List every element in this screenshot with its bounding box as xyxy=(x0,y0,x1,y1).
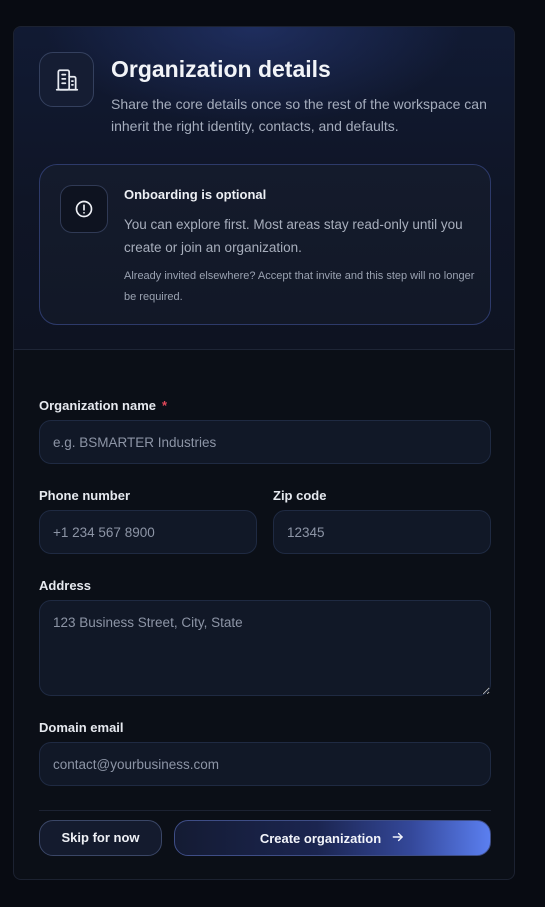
domain-email-label: Domain email xyxy=(39,720,124,735)
building-icon xyxy=(39,52,94,107)
org-name-input[interactable] xyxy=(39,420,491,464)
page-title: Organization details xyxy=(111,56,331,82)
arrow-right-icon xyxy=(391,830,405,847)
organization-card: Organization details Share the core deta… xyxy=(13,26,515,880)
onboarding-notice: Onboarding is optional You can explore f… xyxy=(39,164,491,325)
create-organization-button[interactable]: Create organization xyxy=(174,820,491,856)
alert-circle-icon xyxy=(60,185,108,233)
header-section: Organization details Share the core deta… xyxy=(14,27,514,350)
phone-input[interactable] xyxy=(39,510,257,554)
notice-note: Already invited elsewhere? Accept that i… xyxy=(124,270,475,303)
address-label: Address xyxy=(39,578,92,593)
required-marker: * xyxy=(162,398,168,413)
domain-email-input[interactable] xyxy=(39,742,491,786)
zip-label: Zip code xyxy=(273,488,327,503)
address-textarea[interactable] xyxy=(39,600,491,696)
notice-title: Onboarding is optional xyxy=(124,187,267,202)
notice-body: You can explore first. Most areas stay r… xyxy=(124,217,463,255)
actions-divider xyxy=(39,810,491,811)
page-subtitle: Share the core details once so the rest … xyxy=(111,96,487,134)
skip-button[interactable]: Skip for now xyxy=(39,820,162,856)
create-button-label: Create organization xyxy=(259,830,382,846)
zip-input[interactable] xyxy=(273,510,491,554)
phone-label: Phone number xyxy=(39,488,131,503)
org-name-label: Organization name * xyxy=(39,398,168,413)
